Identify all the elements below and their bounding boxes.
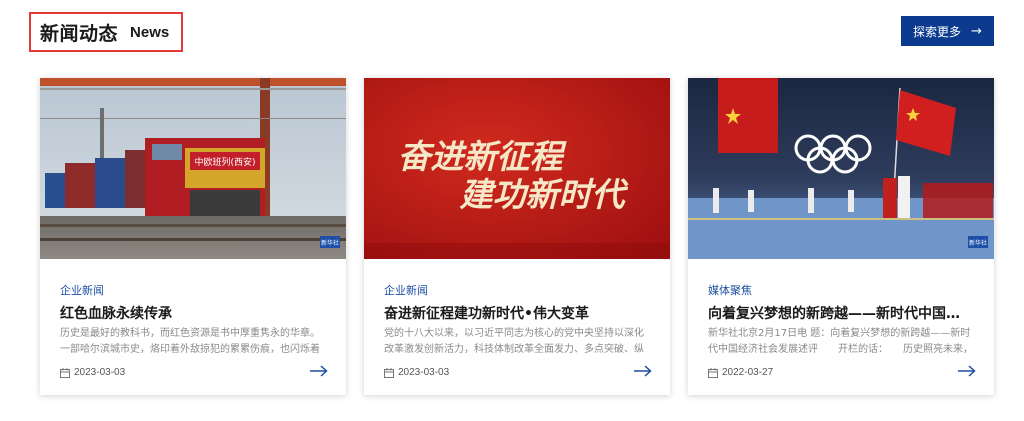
news-summary: 党的十八大以来，以习近平同志为核心的党中央坚持以深化改革激发创新活力，科技体制改… (384, 328, 644, 355)
news-title[interactable]: 向着复兴梦想的新跨越——新时代中国经济社会发展述评 (708, 303, 970, 323)
arrow-right-icon[interactable] (958, 365, 976, 377)
calendar-icon (708, 367, 718, 378)
news-date-text: 2023-03-03 (398, 367, 450, 378)
news-summary: 历史是最好的教科书，而红色资源是书中厚重隽永的华章。一部哈尔滨城市史，烙印着外敌… (60, 328, 320, 355)
news-summary: 新华社北京2月17日电 题：向着复兴梦想的新跨越——新时代中国经济社会发展述评 … (708, 328, 973, 355)
section-header: 新闻动态 News (29, 12, 184, 52)
calendar-icon (60, 367, 70, 378)
section-subtitle: News (130, 23, 170, 41)
news-date-text: 2023-03-03 (74, 367, 126, 378)
news-date: 2022-03-27 (708, 367, 773, 378)
news-title[interactable]: 红色血脉永续传承 (60, 303, 322, 323)
news-category: 企业新闻 (384, 284, 428, 297)
news-category: 企业新闻 (60, 284, 104, 297)
calendar-icon (384, 367, 394, 378)
news-card[interactable]: 奋进新征程 建功新时代 企业新闻 奋进新征程建功新时代•伟大变革 党的十八大以来… (364, 78, 670, 395)
banner-line-2: 建功新时代 (460, 175, 629, 214)
news-thumbnail-ceremony[interactable]: 新华社 (688, 78, 994, 259)
news-date-text: 2022-03-27 (722, 367, 774, 378)
image-badge: 新华社 (321, 239, 339, 247)
arrow-right-icon: → (971, 23, 982, 39)
explore-more-label: 探索更多 (913, 24, 962, 39)
news-thumbnail-train[interactable]: 中欧班列(西安) 新华社 (40, 78, 346, 259)
news-card[interactable]: 新华社 媒体聚焦 向着复兴梦想的新跨越——新时代中国经济社会发展述评 新华社北京… (688, 78, 994, 395)
news-date: 2023-03-03 (384, 367, 449, 378)
news-title[interactable]: 奋进新征程建功新时代•伟大变革 (384, 303, 646, 323)
news-category: 媒体聚焦 (708, 284, 752, 297)
news-card[interactable]: 中欧班列(西安) 新华社 企业新闻 红色血脉永续传承 历史是最好的教科书，而红色… (40, 78, 346, 395)
image-badge: 新华社 (969, 239, 987, 247)
news-thumbnail-banner[interactable]: 奋进新征程 建功新时代 (364, 78, 670, 259)
news-date: 2023-03-03 (60, 367, 125, 378)
arrow-right-icon[interactable] (310, 365, 328, 377)
train-sign: 中欧班列(西安) (194, 156, 255, 168)
banner-line-1: 奋进新征程 (398, 137, 568, 176)
arrow-right-icon[interactable] (634, 365, 652, 377)
explore-more-button[interactable]: 探索更多 → (901, 16, 994, 46)
section-title: 新闻动态 (40, 22, 119, 45)
